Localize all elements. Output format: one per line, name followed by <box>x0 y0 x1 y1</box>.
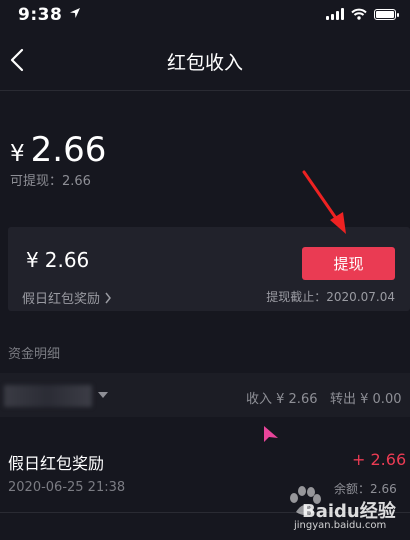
withdraw-deadline: 提现截止：2020.07.04 <box>266 290 395 304</box>
record-time: 2020-06-25 21:38 <box>8 480 126 495</box>
record-title: 假日红包奖励 <box>8 454 105 473</box>
income-summary: 收入 ¥ 2.66 <box>246 392 318 407</box>
status-indicators <box>326 8 399 20</box>
card-source-label: 假日红包奖励 <box>22 292 101 307</box>
balance-currency: ¥ <box>10 141 25 167</box>
blurred-filter-selector[interactable] <box>4 385 92 407</box>
battery-icon <box>374 8 399 20</box>
chevron-right-icon <box>105 292 111 303</box>
card-amount-value: 2.66 <box>44 248 90 272</box>
watermark-url: jingyan.baidu.com <box>294 520 387 531</box>
withdraw-button[interactable]: 提现 <box>302 247 395 280</box>
dropdown-caret-icon[interactable] <box>96 390 110 400</box>
section-title: 资金明细 <box>8 347 61 362</box>
location-icon <box>69 8 80 18</box>
page-title: 红包收入 <box>166 52 243 74</box>
balance-amount: 2.66 <box>30 130 107 170</box>
pointer-cursor-icon <box>264 426 278 442</box>
signal-icon <box>326 8 344 20</box>
withdrawable-label: 可提现：2.66 <box>10 174 91 189</box>
card-currency: ¥ <box>26 248 39 272</box>
balance-display: ¥ 2.66 <box>10 130 106 170</box>
card-source-link[interactable]: 假日红包奖励 <box>22 288 112 307</box>
record-amount: + 2.66 <box>352 450 407 469</box>
wifi-icon <box>351 8 367 20</box>
card-amount: ¥ 2.66 <box>26 248 89 272</box>
expense-summary: 转出 ¥ 0.00 <box>330 392 402 407</box>
header-divider <box>0 90 410 91</box>
status-time: 9:38 <box>18 5 81 25</box>
annotation-arrow-icon <box>302 170 346 234</box>
